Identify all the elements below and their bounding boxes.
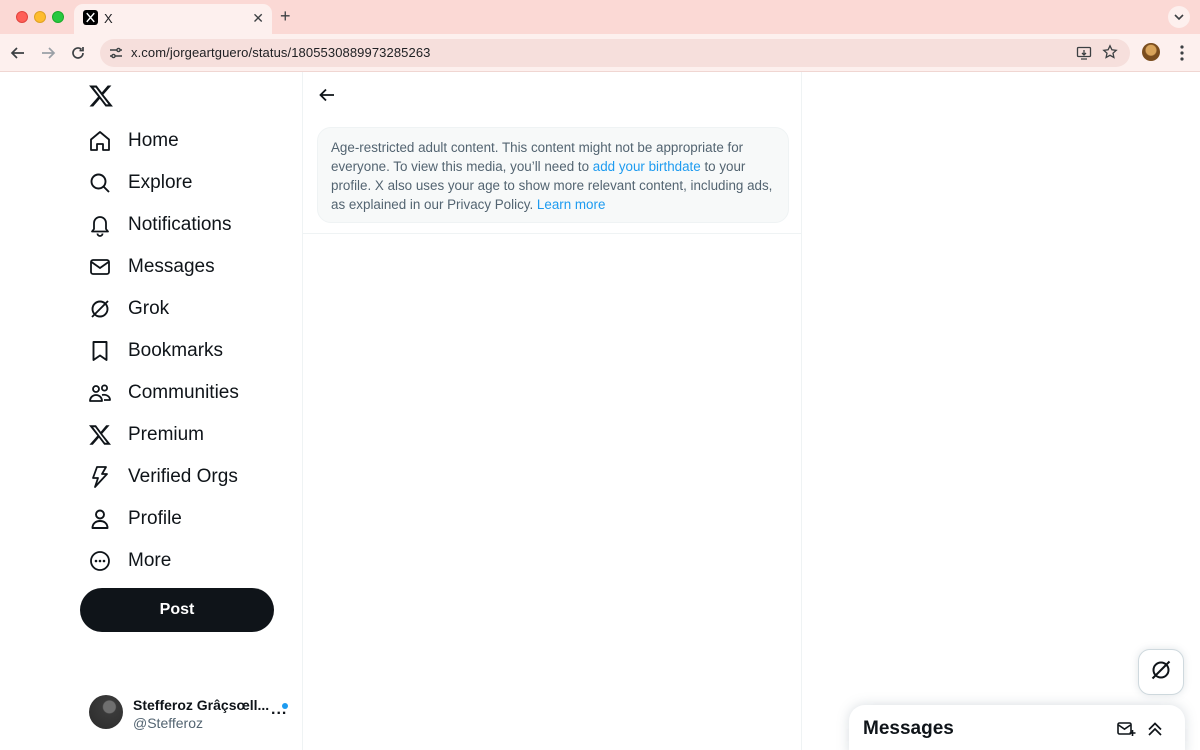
address-bar[interactable]: x.com/jorgeartguero/status/1805530889973… <box>100 39 1130 67</box>
back-icon[interactable] <box>8 43 28 63</box>
grok-floating-button[interactable] <box>1138 649 1184 695</box>
nav-item-verified-orgs[interactable]: Verified Orgs <box>88 457 238 497</box>
account-name: Stefferoz Grâçsœll... <box>133 697 270 713</box>
nav-item-more[interactable]: More <box>88 541 171 581</box>
nav-label: More <box>128 550 172 571</box>
nav-label: Messages <box>128 256 215 277</box>
x-logo-icon[interactable] <box>88 83 114 109</box>
search-icon <box>88 171 112 195</box>
nav-item-notifications[interactable]: Notifications <box>88 205 232 245</box>
nav-label: Profile <box>128 508 182 529</box>
bookmark-icon <box>88 339 112 363</box>
learn-more-link[interactable]: Learn more <box>537 197 605 212</box>
age-restriction-notice: Age-restricted adult content. This conte… <box>317 127 789 223</box>
install-app-icon[interactable] <box>1076 45 1092 61</box>
messages-drawer-title: Messages <box>863 718 954 739</box>
divider <box>303 233 801 234</box>
nav-item-messages[interactable]: Messages <box>88 247 215 287</box>
nav-label: Explore <box>128 172 193 193</box>
x-favicon-icon <box>83 10 98 25</box>
main-column: Age-restricted adult content. This conte… <box>302 72 802 750</box>
window-minimize-button[interactable] <box>34 11 46 23</box>
browser-tab-bar: X ✕ + <box>0 0 1200 34</box>
avatar <box>89 695 123 729</box>
bell-icon <box>88 213 112 237</box>
expand-drawer-icon[interactable] <box>1145 719 1165 739</box>
post-button[interactable]: Post <box>80 588 274 632</box>
home-icon <box>88 129 112 153</box>
tab-search-button[interactable] <box>1168 6 1190 28</box>
account-handle: @Stefferoz <box>133 715 203 731</box>
url-text[interactable]: x.com/jorgeartguero/status/1805530889973… <box>131 45 431 60</box>
forward-icon[interactable] <box>38 43 58 63</box>
people-icon <box>88 381 112 405</box>
nav-item-profile[interactable]: Profile <box>88 499 182 539</box>
lightning-icon <box>88 465 112 489</box>
new-tab-icon[interactable]: + <box>280 6 291 27</box>
profile-avatar-icon[interactable] <box>1142 43 1160 61</box>
window-zoom-button[interactable] <box>52 11 64 23</box>
nav-item-grok[interactable]: Grok <box>88 289 169 329</box>
nav-item-bookmarks[interactable]: Bookmarks <box>88 331 223 371</box>
site-settings-icon[interactable] <box>108 45 124 61</box>
nav-label: Home <box>128 130 179 151</box>
new-message-icon[interactable] <box>1116 719 1136 739</box>
person-icon <box>88 507 112 531</box>
x-logo-icon <box>88 423 112 447</box>
nav-item-premium[interactable]: Premium <box>88 415 204 455</box>
nav-label: Communities <box>128 382 239 403</box>
nav-label: Bookmarks <box>128 340 224 361</box>
notification-dot <box>282 703 288 709</box>
messages-drawer[interactable]: Messages <box>849 705 1185 750</box>
grok-icon <box>1149 658 1173 687</box>
nav-item-communities[interactable]: Communities <box>88 373 239 413</box>
nav-item-explore[interactable]: Explore <box>88 163 192 203</box>
tab-title: X <box>104 11 113 26</box>
bookmark-star-icon[interactable] <box>1102 44 1118 60</box>
nav-label: Notifications <box>128 214 232 235</box>
nav-label: Premium <box>128 424 205 445</box>
nav-item-home[interactable]: Home <box>88 121 179 161</box>
nav-label: Grok <box>128 298 170 319</box>
notice-text: Age-restricted adult content. This conte… <box>331 138 775 214</box>
back-arrow-icon[interactable] <box>317 85 337 105</box>
add-birthdate-link[interactable]: add your birthdate <box>593 159 701 174</box>
reload-icon[interactable] <box>68 43 88 63</box>
browser-toolbar: x.com/jorgeartguero/status/1805530889973… <box>0 34 1200 72</box>
browser-tab[interactable]: X ✕ <box>74 4 272 34</box>
tab-close-icon[interactable]: ✕ <box>252 10 264 27</box>
account-switcher[interactable]: Stefferoz Grâçsœll... @Stefferoz ... <box>89 695 294 731</box>
grok-icon <box>88 297 112 321</box>
nav-label: Verified Orgs <box>128 466 238 487</box>
envelope-icon <box>88 255 112 279</box>
more-circle-icon <box>88 549 112 573</box>
browser-menu-icon[interactable] <box>1174 43 1190 63</box>
window-close-button[interactable] <box>16 11 28 23</box>
